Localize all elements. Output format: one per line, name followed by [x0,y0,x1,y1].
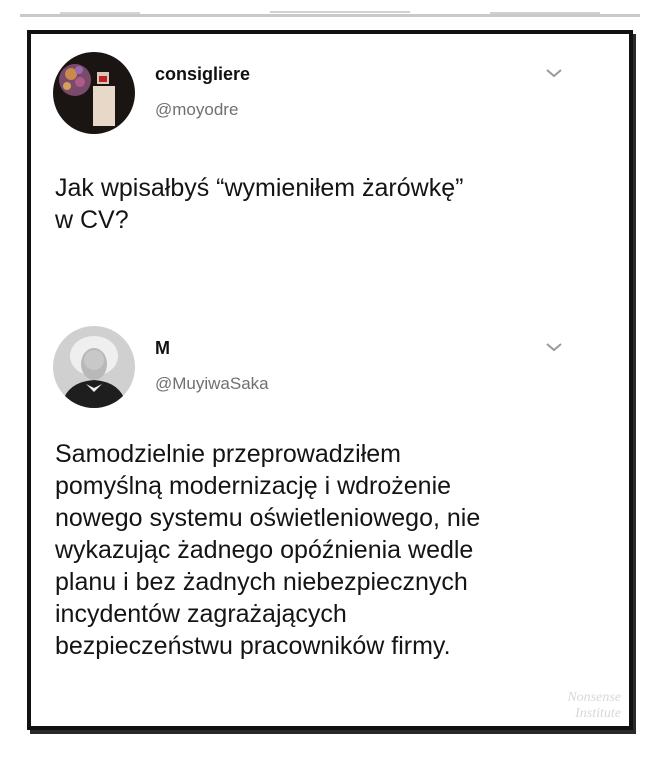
chevron-down-icon[interactable] [543,66,565,80]
chevron-down-icon[interactable] [543,340,565,354]
avatar-portrait-icon [53,326,135,408]
author-name[interactable]: M [155,338,170,359]
screenshot-page: consigliere @moyodre Jak wpisałbyś “wymi… [0,0,666,763]
scan-noise-strip [20,11,640,17]
avatar[interactable] [53,326,135,408]
author-handle[interactable]: @moyodre [155,100,238,120]
author-handle[interactable]: @MuyiwaSaka [155,374,269,394]
tweet-text: Jak wpisałbyś “wymieniłem żarówkę” w CV? [55,174,464,234]
avatar[interactable] [53,52,135,134]
avatar-illustration-icon [53,52,135,134]
tweet-text: Samodzielnie przeprowadziłem pomyślną mo… [55,440,481,660]
watermark: Nonsense Institute [567,690,621,721]
tweet-frame: consigliere @moyodre Jak wpisałbyś “wymi… [27,30,633,730]
author-name[interactable]: consigliere [155,64,250,85]
